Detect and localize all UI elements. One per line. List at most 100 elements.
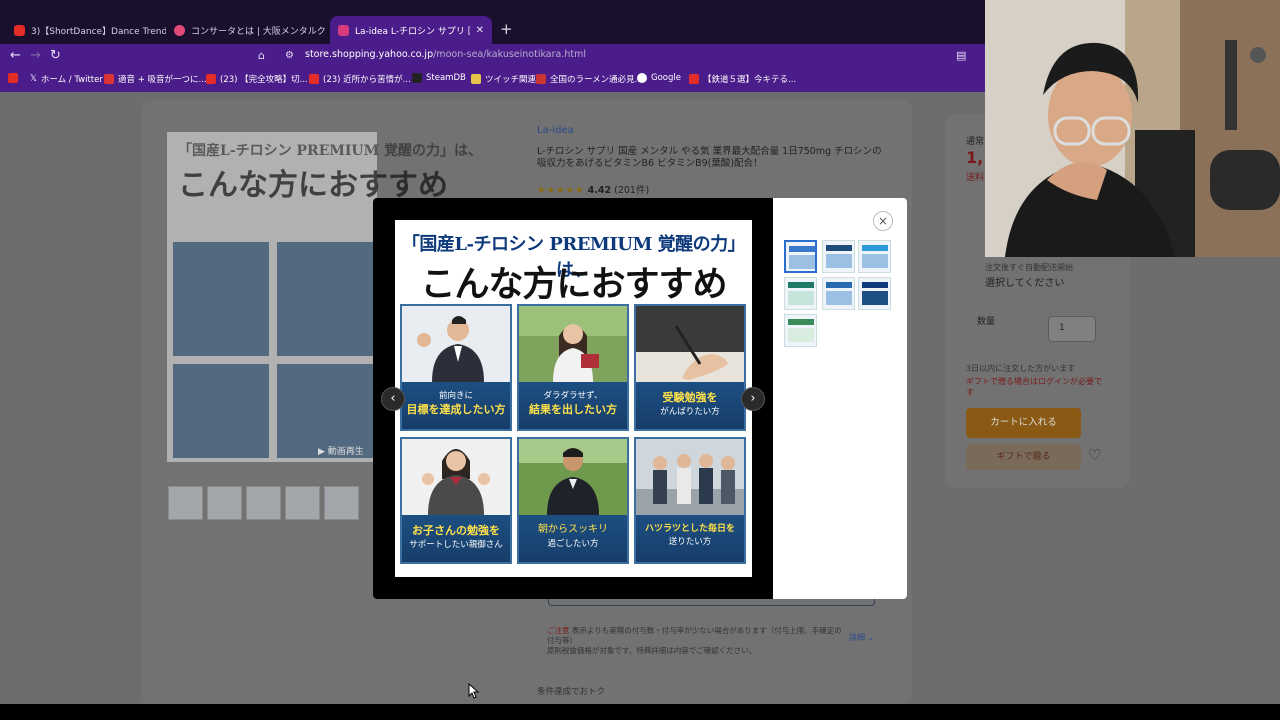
thumb-band [862, 282, 888, 288]
modal-thumbnail[interactable] [822, 277, 855, 310]
man-outdoors-photo [519, 439, 627, 515]
promo-cell-parent: お子さんの勉強を サポートしたい親御さん [400, 437, 512, 564]
promo-cell-goal: 前向きに 目標を達成したい方 [400, 304, 512, 431]
review-count: (201件) [614, 185, 650, 196]
bookmark-ramen[interactable]: 全国のラーメン通必見... [536, 73, 643, 85]
point-caution: ご注意 表示よりも実際の付与数・付与率が少ない場合があります（付与上限、手確定の… [547, 626, 847, 656]
bottom-bar [0, 704, 1280, 720]
thumbnail[interactable] [285, 486, 320, 520]
video-play-label[interactable]: ▶ 動画再生 [318, 444, 364, 457]
promo-image: 「国産L-チロシン PREMIUM 覚醒の力」は、 こんな方におすすめ 前向きに… [395, 220, 752, 577]
quantity-input[interactable]: 1 [1048, 316, 1096, 342]
bookmark-folder-twitch[interactable]: ツイッチ関連 [471, 73, 536, 85]
option-select[interactable]: 選択してください [985, 274, 1064, 289]
thumb-band [789, 255, 815, 269]
brand-link[interactable]: La-idea [537, 125, 574, 136]
shield-icon [174, 24, 185, 36]
prev-arrow-icon[interactable]: ‹ [381, 387, 405, 411]
promo-caption: 前向きに 目標を達成したい方 [402, 382, 510, 429]
caption-line-2: がんばりたい方 [660, 406, 720, 417]
tab-label: La-idea L-チロシン サプリ 国産 メン [355, 26, 470, 37]
reload-icon[interactable]: ↻ [50, 48, 61, 63]
condition-label: 条件達成でおトク [537, 687, 606, 697]
back-icon[interactable]: ← [10, 48, 21, 63]
bookmark-label: ツイッチ関連 [485, 75, 537, 85]
youtube-icon [206, 74, 216, 84]
caution-label: ご注意 [547, 626, 570, 635]
bookmark-icon[interactable]: ⌂ [258, 49, 265, 62]
bookmark-3[interactable]: (23) 近所から苦情が... [309, 73, 411, 85]
promo-caption: 受験勉強を がんばりたい方 [636, 382, 744, 429]
tab-dance-trend[interactable]: 3)【ShortDance】Dance Trend [6, 16, 166, 44]
bookmark-label: 全国のラーメン通必見... [550, 75, 643, 85]
promo-caption: 朝からスッキリ 過ごしたい方 [519, 515, 627, 562]
student-photo [519, 306, 627, 382]
url-field[interactable]: store.shopping.yahoo.co.jp/moon-sea/kaku… [305, 49, 586, 60]
tab-la-idea-active[interactable]: La-idea L-チロシン サプリ 国産 メン ✕ [330, 16, 492, 44]
thumb-band [789, 246, 815, 252]
bookmark-youtube[interactable] [8, 73, 18, 83]
thumb-band [788, 328, 814, 342]
modal-thumbnail[interactable] [822, 240, 855, 273]
caution-more: 原則税抜価格が対象です。特典詳細は内容でご確認ください。 [547, 646, 757, 656]
modal-thumbnail-active[interactable] [784, 240, 817, 273]
thumbnail[interactable] [246, 486, 281, 520]
thumb-band [862, 254, 888, 268]
caption-line-1: ハツラツとした毎日を [644, 524, 735, 534]
close-tab-icon[interactable]: ✕ [476, 25, 484, 36]
rating[interactable]: ★★★★★ 4.42 (201件) [537, 182, 649, 196]
schoolgirl-photo [402, 439, 510, 515]
bookmark-steamdb[interactable]: SteamDB [412, 73, 466, 83]
next-arrow-icon[interactable]: › [741, 387, 765, 411]
heart-icon[interactable]: ♡ [1088, 446, 1101, 464]
star-icons: ★★★★★ [537, 185, 585, 196]
tab-concerta[interactable]: コンサータとは | 大阪メンタルクリニック [166, 16, 326, 44]
gift-button[interactable]: ギフトで贈る [966, 444, 1081, 470]
select-hint: 注文後すぐ自動配送開始 [985, 263, 1073, 272]
tab-label: コンサータとは | 大阪メンタルクリニック [191, 26, 326, 37]
bg-thumbnail-strip [168, 486, 359, 520]
caption-line-2: 過ごしたい方 [547, 538, 599, 549]
bookmark-1[interactable]: 適音 + 吸音が一つに... [104, 73, 207, 85]
thumbnail[interactable] [168, 486, 203, 520]
site-info-icon[interactable]: ⚙ [285, 50, 294, 61]
bookmark-railway[interactable]: 【鉄道５選】今キテる... [689, 73, 796, 85]
thumb-band [862, 245, 888, 251]
bookmark-2[interactable]: (23) 【完全攻略】切... [206, 73, 308, 85]
thumb-band [788, 291, 814, 305]
modal-thumbnail[interactable] [858, 277, 891, 310]
writing-hand-photo [636, 306, 744, 382]
modal-thumbnail[interactable] [784, 314, 817, 347]
caution-text: 表示よりも実際の付与数・付与率が少ない場合があります（付与上限、手確定の付与等） [547, 626, 842, 646]
modal-thumbnail[interactable] [858, 240, 891, 273]
price-label: 通常 [966, 137, 985, 147]
close-icon[interactable]: × [873, 211, 893, 231]
caption-line-2: 送りたい方 [668, 537, 712, 548]
bookmark-google[interactable]: Google [637, 73, 681, 83]
reader-mode-icon[interactable]: ▤ [956, 49, 966, 62]
folder-icon [471, 74, 481, 84]
bookmark-label: Google [651, 73, 681, 83]
new-tab-icon[interactable]: + [500, 20, 513, 38]
image-lightbox-modal: 「国産L-チロシン PREMIUM 覚醒の力」は、 こんな方におすすめ 前向きに… [373, 198, 907, 599]
thumbnail[interactable] [324, 486, 359, 520]
detail-link[interactable]: 詳細 ⌄ [849, 632, 874, 643]
bookmark-label: ホーム / Twitter [40, 75, 103, 85]
thumbnail[interactable] [207, 486, 242, 520]
bookmark-label: (23) 近所から苦情が... [323, 75, 411, 85]
bookmark-twitter[interactable]: 𝕏 ホーム / Twitter [30, 73, 103, 85]
modal-thumbnail[interactable] [784, 277, 817, 310]
quantity-label: 数量 [977, 317, 996, 327]
gift-login-notice: ギフトで贈る場合はログインが必要です [966, 377, 1102, 397]
promo-cell-results: ダラダラせず、 結果を出したい方 [517, 304, 629, 431]
promo-cell-morning: 朝からスッキリ 過ごしたい方 [517, 437, 629, 564]
shipping-label: 送料 [966, 173, 985, 183]
promo-caption: ダラダラせず、 結果を出したい方 [519, 382, 627, 429]
thumb-band [862, 291, 888, 305]
youtube-icon [14, 24, 25, 36]
thumb-band [826, 254, 852, 268]
product-title: L-チロシン サプリ 国産 メンタル やる気 業界最大配合量 1日750mg チ… [537, 146, 882, 169]
url-path: /moon-sea/kakuseinotikara.html [433, 49, 587, 60]
add-to-cart-button[interactable]: カートに入れる [966, 408, 1081, 438]
forward-icon[interactable]: → [30, 48, 41, 63]
